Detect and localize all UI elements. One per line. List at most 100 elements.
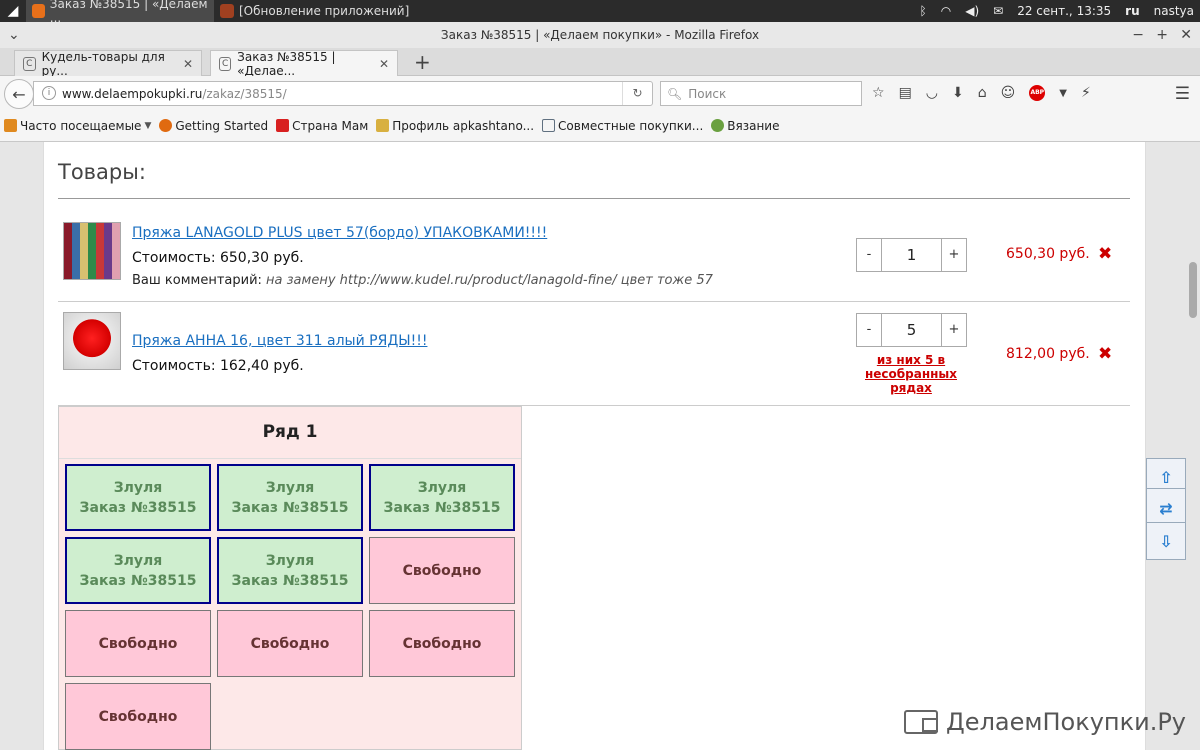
product-link[interactable]: Пряжа АННА 16, цвет 311 алый РЯДЫ!!! (132, 333, 427, 349)
url-bar[interactable]: i www.delaempokupki.ru/zakaz/38515/ ↻ (33, 81, 653, 106)
divider (58, 198, 1130, 199)
wallet-icon (904, 710, 939, 734)
close-window-icon[interactable]: ✕ (1180, 22, 1192, 48)
slot-line: Заказ №38515 (79, 572, 197, 589)
new-tab-button[interactable]: + (414, 50, 431, 74)
item-total: 650,30 руб. (1006, 246, 1090, 262)
slot-line: Злуля (265, 552, 315, 569)
scrollbar-thumb[interactable] (1189, 262, 1197, 318)
bookmark-profile[interactable]: Профиль apkashtano... (376, 119, 534, 133)
user-name[interactable]: nastya (1154, 4, 1194, 18)
product-cost: Стоимость: 162,40 руб. (132, 358, 304, 374)
extension-icon[interactable]: ⚡ (1081, 85, 1091, 101)
product-thumbnail[interactable] (63, 222, 121, 280)
tab-order[interactable]: C Заказ №38515 | «Делае... ✕ (210, 49, 398, 78)
row-slot-occupied[interactable]: Злуля Заказ №38515 (65, 464, 211, 531)
delete-icon[interactable]: ✖ (1098, 244, 1112, 264)
product-cost: Стоимость: 650,30 руб. (132, 250, 304, 266)
bluetooth-icon[interactable]: ᛒ (920, 4, 927, 18)
downloads-icon[interactable]: ⬇ (952, 85, 964, 101)
minimize-icon[interactable]: − (1132, 22, 1144, 48)
note-line: рядах (890, 381, 932, 395)
qty-plus-button[interactable]: + (942, 314, 966, 346)
strana-mam-icon (276, 119, 290, 132)
task-firefox[interactable]: Заказ №38515 | «Делаем ... (26, 0, 214, 25)
note-line: из них 5 в (876, 353, 946, 367)
bookmark-label: Страна Мам (292, 118, 369, 133)
row-slot-occupied[interactable]: Злуля Заказ №38515 (217, 537, 363, 604)
window-menu-icon[interactable]: ⌄ (8, 22, 20, 48)
site-info-icon[interactable]: i (42, 86, 56, 100)
start-menu-icon[interactable]: ◢ (0, 0, 26, 22)
bookmark-getting-started[interactable]: Getting Started (159, 119, 268, 133)
row-slot-free[interactable]: Свободно (217, 610, 363, 677)
qty-minus-button[interactable]: - (857, 239, 881, 271)
qty-input[interactable]: 1 (881, 239, 942, 271)
bookmark-joint-purchases[interactable]: Совместные покупки... (542, 119, 703, 133)
system-tray: ᛒ ◠ ◀) ✉ 22 сент., 13:35 ru nastya (920, 0, 1200, 22)
qty-plus-button[interactable]: + (942, 239, 966, 271)
maximize-icon[interactable]: + (1156, 22, 1168, 48)
qty-minus-button[interactable]: - (857, 314, 881, 346)
scroll-down-button[interactable]: ⇩ (1146, 522, 1186, 560)
slot-line: Свободно (402, 635, 482, 652)
site-favicon-icon: C (219, 56, 232, 71)
close-tab-icon[interactable]: ✕ (379, 57, 389, 71)
menu-icon[interactable]: ☰ (1175, 84, 1190, 104)
product-comment: Ваш комментарий: на замену http://www.ku… (132, 273, 713, 288)
firefox-icon (32, 4, 45, 18)
cart-item: Пряжа АННА 16, цвет 311 алый РЯДЫ!!! Сто… (58, 302, 1130, 406)
tab-label: Заказ №38515 | «Делае... (237, 49, 336, 78)
bookmark-most-visited[interactable]: Часто посещаемые ▼ (4, 119, 151, 133)
clock[interactable]: 22 сент., 13:35 (1017, 4, 1111, 18)
home-icon[interactable]: ⌂ (978, 85, 987, 101)
vertical-scrollbar[interactable] (1186, 142, 1200, 750)
slot-line: Заказ №38515 (231, 499, 349, 516)
row-slot-free[interactable]: Свободно (369, 537, 515, 604)
row-slot-free[interactable]: Свободно (65, 610, 211, 677)
row-slot-occupied[interactable]: Злуля Заказ №38515 (65, 537, 211, 604)
chat-icon[interactable]: ☺ (1001, 85, 1016, 101)
bookmark-star-icon[interactable]: ☆ (872, 85, 885, 101)
page-viewport: Товары: Пряжа LANAGOLD PLUS цвет 57(борд… (0, 142, 1200, 750)
wifi-icon[interactable]: ◠ (941, 4, 951, 18)
tab-label: Кудель-товары для ру... (41, 49, 165, 78)
comment-label: Ваш комментарий: (132, 273, 262, 288)
bookmark-knitting[interactable]: Вязание (711, 119, 779, 133)
product-thumbnail[interactable] (63, 312, 121, 370)
reload-icon[interactable]: ↻ (622, 82, 652, 105)
back-button[interactable]: ← (4, 79, 34, 109)
tab-kudel[interactable]: C Кудель-товары для ру... ✕ (14, 49, 202, 78)
task-updates[interactable]: [Обновление приложений] (214, 0, 415, 22)
slot-line: Заказ №38515 (79, 499, 197, 516)
unassembled-rows-link[interactable]: из них 5 в несобранных рядах (853, 353, 969, 395)
bookmark-strana-mam[interactable]: Страна Мам (276, 119, 368, 133)
search-input[interactable]: 🔍︎ Поиск (660, 81, 862, 106)
mail-icon[interactable]: ✉ (993, 4, 1003, 18)
slot-line: Злуля (417, 479, 467, 496)
url-host: www.delaempokupki.ru (62, 86, 203, 101)
delete-icon[interactable]: ✖ (1098, 344, 1112, 364)
keyboard-layout[interactable]: ru (1125, 4, 1139, 18)
slot-line: Злуля (265, 479, 315, 496)
leaf-icon (711, 119, 725, 132)
row-slot-occupied[interactable]: Злуля Заказ №38515 (217, 464, 363, 531)
volume-icon[interactable]: ◀) (965, 4, 979, 18)
close-tab-icon[interactable]: ✕ (183, 57, 193, 71)
row-slot-free[interactable]: Свободно (65, 683, 211, 750)
item-total: 812,00 руб. (1006, 346, 1090, 362)
page-content: Товары: Пряжа LANAGOLD PLUS цвет 57(борд… (43, 142, 1146, 750)
search-placeholder: Поиск (688, 86, 727, 101)
qty-input[interactable]: 5 (881, 314, 942, 346)
chevron-down-icon[interactable]: ▼ (1059, 88, 1067, 99)
adblock-icon[interactable]: ABP (1029, 85, 1046, 101)
bookmarks-toolbar: Часто посещаемые ▼ Getting Started Страна… (0, 110, 1200, 142)
reading-list-icon[interactable]: ▤ (899, 85, 912, 101)
pocket-icon[interactable]: ◡ (926, 85, 938, 101)
section-title: Товары: (58, 160, 146, 184)
slot-line: Свободно (98, 635, 178, 652)
product-link[interactable]: Пряжа LANAGOLD PLUS цвет 57(бордо) УПАКО… (132, 225, 547, 241)
row-slot-free[interactable]: Свободно (369, 610, 515, 677)
row-slot-occupied[interactable]: Злуля Заказ №38515 (369, 464, 515, 531)
bookmark-label: Часто посещаемые (20, 118, 142, 133)
